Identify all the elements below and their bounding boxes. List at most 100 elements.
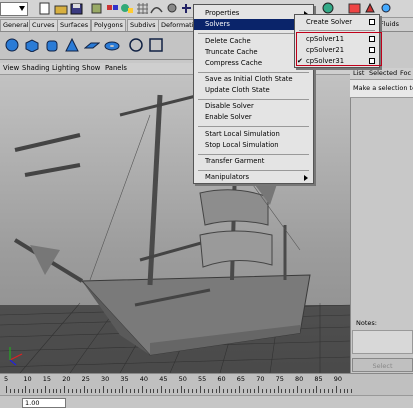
time-tick-mark (200, 386, 201, 393)
menu-panels[interactable]: Panels (105, 64, 127, 72)
time-tick-mark (207, 389, 209, 393)
chevron-down-icon (19, 6, 25, 11)
time-tick-mark (308, 389, 310, 393)
nurbs-cylinder-icon[interactable] (44, 38, 60, 52)
time-tick-label: 50 (178, 375, 187, 383)
tab-subdivs[interactable]: Subdivs (127, 19, 159, 31)
menu-view[interactable]: View (3, 64, 19, 72)
time-tick-mark (6, 386, 7, 393)
menu-separator (198, 72, 309, 73)
nurbs-sphere-icon[interactable] (4, 38, 20, 52)
menu-list[interactable]: List (353, 69, 364, 77)
time-tick-label: 10 (23, 375, 32, 383)
menu-separator (198, 99, 309, 100)
time-tick-label: 20 (62, 375, 71, 383)
select-hierarchy-icon[interactable] (90, 2, 104, 15)
menu-lighting[interactable]: Lighting (52, 64, 79, 72)
time-tick-mark (219, 386, 221, 393)
tab-general[interactable]: General (0, 19, 32, 31)
selection-hint: Make a selection to (350, 80, 413, 98)
tab-fluids[interactable]: Fluids (380, 20, 399, 28)
select-object-icon[interactable] (106, 2, 120, 15)
time-tick-mark (304, 389, 306, 393)
time-tick-mark (176, 389, 178, 393)
time-tick-mark (25, 386, 27, 393)
menu-item-transfer-garment[interactable]: Transfer Garment (194, 156, 313, 167)
menu-separator (198, 170, 309, 171)
menu-item-create-solver[interactable]: Create Solver (295, 17, 379, 28)
notes-field[interactable] (352, 330, 413, 354)
menu-item-enable-solver[interactable]: Enable Solver (194, 112, 313, 123)
nurbs-cube-icon[interactable] (24, 38, 40, 52)
time-tick-mark (331, 389, 333, 393)
time-tick-mark (68, 389, 70, 393)
menu-show[interactable]: Show (82, 64, 100, 72)
menu-shading[interactable]: Shading (22, 64, 50, 72)
tab-surfaces[interactable]: Surfaces (57, 19, 92, 31)
attribute-editor-menu: List Selected Foc (350, 68, 413, 80)
menu-item-stop-local-simulation[interactable]: Stop Local Simulation (194, 140, 313, 151)
nurbs-plane-icon[interactable] (84, 38, 100, 52)
plus-icon[interactable] (180, 2, 194, 15)
new-scene-icon[interactable] (38, 2, 52, 15)
time-tick-mark (126, 389, 128, 393)
menu-item-start-local-simulation[interactable]: Start Local Simulation (194, 129, 313, 140)
time-tick-mark (234, 389, 236, 393)
time-tick-mark (13, 389, 15, 393)
time-tick-mark (328, 389, 330, 393)
time-tick-mark (192, 389, 194, 393)
menu-selected[interactable]: Selected (369, 69, 397, 77)
time-tick-mark (52, 389, 54, 393)
open-scene-icon[interactable] (54, 2, 68, 15)
time-tick-mark (64, 386, 66, 393)
time-tick-mark (343, 389, 345, 393)
select-button[interactable]: Select (352, 358, 413, 372)
time-slider[interactable]: 5 10 15 20 25 30 35 40 45 50 55 60 65 70 75 80 85 90 (0, 373, 413, 395)
time-tick-mark (33, 389, 35, 393)
time-tick-label: 55 (198, 375, 207, 383)
start-time-field[interactable]: 1.00 (22, 398, 66, 408)
tab-curves[interactable]: Curves (29, 19, 58, 31)
time-tick-mark (134, 389, 136, 393)
menu-set-dropdown[interactable] (0, 2, 28, 16)
time-tick-mark (215, 389, 217, 393)
snap-grid-icon[interactable] (136, 2, 150, 15)
nurbs-square-icon[interactable] (148, 38, 164, 52)
snap-curve-icon[interactable] (150, 2, 164, 15)
time-tick-mark (184, 389, 186, 393)
time-tick-mark (145, 389, 147, 393)
nurbs-circle-icon[interactable] (128, 38, 144, 52)
menu-item-update-cloth-state[interactable]: Update Cloth State (194, 85, 313, 96)
time-tick-mark (273, 389, 275, 393)
time-tick-mark (87, 389, 89, 393)
time-tick-mark (203, 389, 205, 393)
time-tick-label: 85 (314, 375, 323, 383)
time-tick-label: 90 (333, 375, 343, 383)
time-tick-mark (242, 389, 244, 393)
select-component-icon[interactable] (120, 2, 134, 15)
time-tick-mark (172, 389, 174, 393)
time-tick-mark (21, 389, 23, 393)
tab-polygons[interactable]: Polygons (91, 19, 126, 31)
menu-focus[interactable]: Foc (400, 69, 411, 77)
time-tick-mark (149, 389, 151, 393)
option-box-icon[interactable] (369, 19, 375, 25)
render-globals-icon[interactable] (380, 2, 394, 15)
time-tick-mark (211, 389, 213, 393)
time-tick-mark (293, 389, 295, 393)
menu-item-save-initial-cloth-state[interactable]: Save as Initial Cloth State (194, 74, 313, 85)
time-tick-label: 80 (295, 375, 304, 383)
nurbs-torus-icon[interactable] (104, 38, 120, 52)
menu-item-manipulators[interactable]: Manipulators (194, 172, 313, 183)
annotation-highlight-box (296, 32, 382, 66)
nurbs-cone-icon[interactable] (64, 38, 80, 52)
save-scene-icon[interactable] (70, 2, 84, 15)
menu-item-disable-solver[interactable]: Disable Solver (194, 101, 313, 112)
time-tick-mark (258, 386, 260, 393)
time-tick-mark (351, 389, 353, 393)
time-tick-label: 60 (217, 375, 226, 383)
menu-separator (198, 33, 309, 34)
time-tick-label: 45 (159, 375, 168, 383)
snap-point-icon[interactable] (166, 2, 180, 15)
time-tick-mark (56, 389, 58, 393)
